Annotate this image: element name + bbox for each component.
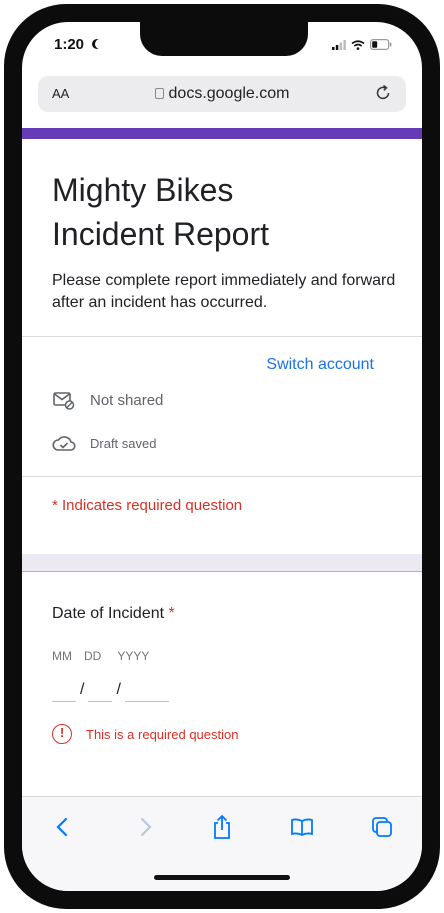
phone-frame: 1:20 AA docs.google.com Mighty Bikes Inc… (4, 4, 440, 909)
form-description: Please complete report immediately and f… (52, 272, 396, 311)
required-star: * (168, 605, 175, 622)
share-button[interactable] (204, 809, 240, 845)
share-icon (214, 814, 230, 839)
question-title-text: Date of Incident (52, 605, 165, 622)
form-header-card: Mighty Bikes Incident Report Please comp… (22, 128, 422, 554)
cloud-done-icon (52, 436, 76, 451)
question-card-date: Date of Incident * MM DD YYYY / / ! This… (22, 571, 422, 796)
tabs-button[interactable] (364, 809, 400, 845)
url-text: docs.google.com (168, 85, 290, 102)
status-time: 1:20 (54, 36, 105, 53)
not-shared-row: Not shared (52, 390, 163, 410)
status-time-text: 1:20 (54, 36, 85, 53)
error-text: This is a required question (86, 726, 239, 742)
email-off-icon (53, 392, 75, 410)
battery-icon (370, 39, 392, 50)
form-title-line2: Incident Report (52, 216, 270, 252)
reload-icon[interactable] (374, 84, 392, 102)
day-input[interactable] (88, 680, 113, 702)
browser-toolbar (22, 796, 422, 891)
divider (22, 476, 422, 477)
back-button[interactable] (44, 809, 80, 845)
month-input[interactable] (52, 680, 76, 702)
wifi-icon (351, 39, 365, 50)
cellular-icon (332, 39, 346, 50)
error-message: ! This is a required question (52, 724, 238, 744)
date-labels: MM DD YYYY (52, 649, 149, 663)
draft-saved-row: Draft saved (52, 434, 156, 452)
status-icons (332, 39, 392, 50)
not-shared-text: Not shared (90, 391, 164, 409)
home-indicator (154, 875, 290, 880)
required-note: * Indicates required question (52, 497, 243, 514)
month-label: MM (52, 649, 72, 663)
screen: 1:20 AA docs.google.com Mighty Bikes Inc… (22, 22, 422, 891)
date-separator: / (116, 681, 121, 698)
moon-icon (95, 39, 105, 49)
form-page: Mighty Bikes Incident Report Please comp… (22, 128, 422, 796)
back-icon (56, 817, 68, 837)
form-accent-bar (22, 128, 422, 139)
form-title-line1: Mighty Bikes (52, 172, 234, 208)
lock-icon (154, 88, 164, 99)
form-title: Mighty Bikes Incident Report (52, 168, 269, 256)
bookmarks-button[interactable] (284, 809, 320, 845)
error-icon: ! (52, 724, 72, 744)
date-input: / / (52, 680, 169, 702)
year-input[interactable] (124, 680, 169, 702)
year-label: YYYY (117, 649, 150, 663)
switch-account-link[interactable]: Switch account (266, 356, 374, 374)
bookmarks-icon (291, 818, 313, 837)
tabs-icon (372, 817, 392, 837)
notch (140, 22, 308, 56)
url-field[interactable]: docs.google.com (38, 85, 406, 103)
day-label: DD (84, 649, 102, 663)
date-separator: / (80, 681, 85, 698)
address-bar[interactable]: AA docs.google.com (38, 76, 406, 112)
forward-icon (140, 817, 152, 837)
divider (22, 336, 422, 337)
draft-saved-text: Draft saved (90, 435, 157, 451)
question-title: Date of Incident * (52, 605, 175, 623)
forward-button[interactable] (128, 809, 164, 845)
